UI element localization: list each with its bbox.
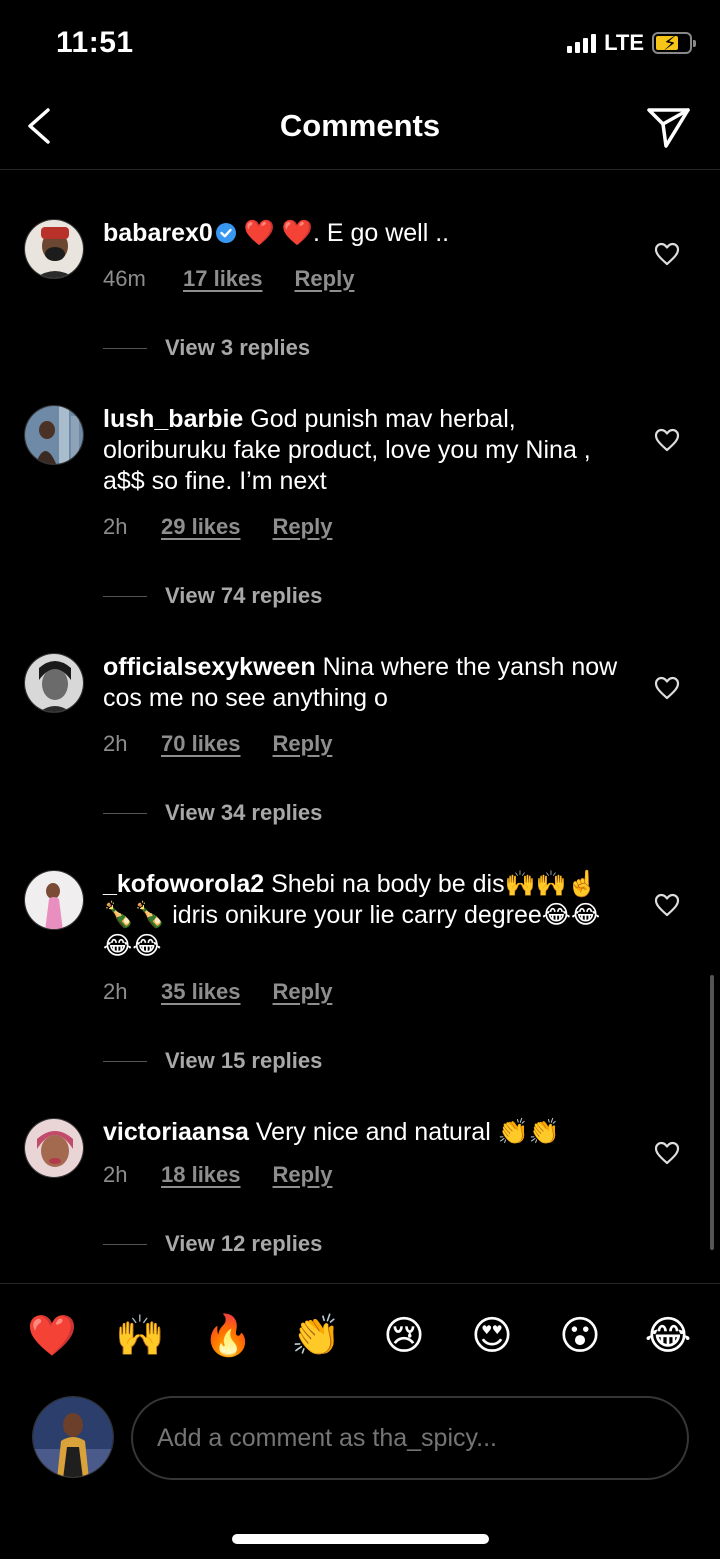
comment-time: 2h: [103, 979, 128, 1004]
view-replies-label: View 3 replies: [165, 335, 311, 360]
avatar[interactable]: [24, 1118, 84, 1178]
reply-button[interactable]: Reply: [273, 731, 333, 757]
avatar[interactable]: [24, 870, 84, 930]
comment-text: lush_barbie God punish mav herbal, olori…: [103, 404, 623, 497]
network-type: LTE: [604, 30, 644, 55]
comment-likes[interactable]: 29 likes: [161, 514, 241, 540]
view-replies-label: View 12 replies: [165, 1231, 323, 1256]
comment-content: Very nice and natural 👏👏: [248, 1118, 560, 1146]
comment-likes[interactable]: 70 likes: [161, 731, 241, 757]
comment-username[interactable]: victoriaansa: [103, 1118, 249, 1146]
status-indicators: LTE ⚡: [567, 30, 696, 56]
emoji-heart-button[interactable]: ❤️: [27, 1312, 77, 1360]
avatar[interactable]: [24, 219, 84, 279]
view-replies-label: View 15 replies: [165, 1048, 323, 1073]
comment-meta: 2h 35 likes Reply: [103, 979, 332, 1005]
view-replies-button[interactable]: View 3 replies: [103, 335, 310, 361]
view-replies-button[interactable]: View 15 replies: [103, 1048, 322, 1074]
comment-time: 2h: [103, 1162, 128, 1187]
scrollbar[interactable]: [710, 975, 714, 1250]
reply-button[interactable]: Reply: [273, 514, 333, 540]
comment-meta: 2h 29 likes Reply: [103, 514, 332, 540]
nav-bar: Comments: [0, 90, 720, 170]
send-icon[interactable]: [646, 104, 692, 150]
comment-text: victoriaansa Very nice and natural 👏👏: [103, 1117, 623, 1148]
comment-username[interactable]: babarex0: [103, 219, 213, 247]
emoji-surprised-button[interactable]: 😮: [556, 1312, 604, 1360]
divider-line: [103, 1060, 147, 1062]
comment-meta: 46m 17 likes Reply: [103, 266, 354, 292]
divider-line: [103, 812, 147, 814]
view-replies-button[interactable]: View 12 replies: [103, 1231, 322, 1257]
home-indicator[interactable]: [232, 1534, 489, 1544]
comment-meta: 2h 70 likes Reply: [103, 731, 332, 757]
view-replies-label: View 34 replies: [165, 800, 323, 825]
reply-button[interactable]: Reply: [273, 979, 333, 1005]
avatar[interactable]: [24, 405, 84, 465]
comment-input[interactable]: [131, 1396, 689, 1480]
signal-icon: [567, 33, 597, 53]
comment-likes[interactable]: 18 likes: [161, 1162, 241, 1188]
comment-username[interactable]: lush_barbie: [103, 405, 243, 433]
emoji-crying-button[interactable]: 😢: [380, 1312, 428, 1360]
emoji-fire-button[interactable]: 🔥: [203, 1312, 253, 1360]
divider-line: [103, 595, 147, 597]
comment-time: 46m: [103, 266, 146, 291]
emoji-clap-button[interactable]: 👏: [291, 1312, 341, 1360]
comment-meta: 2h 18 likes Reply: [103, 1162, 332, 1188]
comments-list[interactable]: babarex0 ❤️ ❤️. E go well .. 46m 17 like…: [0, 170, 720, 1282]
comment-likes[interactable]: 17 likes: [183, 266, 263, 292]
comment-text: babarex0 ❤️ ❤️. E go well ..: [103, 218, 623, 249]
comment-text: _kofoworola2 Shebi na body be dis🙌🙌☝️🍾🍾 …: [103, 869, 623, 962]
verified-badge-icon: [215, 223, 236, 243]
like-heart-icon[interactable]: [654, 893, 680, 917]
emoji-reaction-bar: ❤️ 🙌 🔥 👏 😢 😍 😮 😂: [0, 1283, 720, 1393]
avatar[interactable]: [24, 653, 84, 713]
emoji-laughing-button[interactable]: 😂: [644, 1312, 692, 1360]
status-time: 11:51: [56, 26, 134, 59]
comment-likes[interactable]: 35 likes: [161, 979, 241, 1005]
comment-content: ❤️ ❤️. E go well ..: [236, 219, 450, 247]
battery-icon: ⚡: [652, 32, 696, 55]
comment-username[interactable]: _kofoworola2: [103, 870, 264, 898]
page-title: Comments: [279, 108, 441, 143]
comment-time: 2h: [103, 514, 128, 539]
like-heart-icon[interactable]: [654, 1141, 680, 1165]
reply-button[interactable]: Reply: [273, 1162, 333, 1188]
comment-username[interactable]: officialsexykween: [103, 653, 316, 681]
reply-button[interactable]: Reply: [295, 266, 355, 292]
like-heart-icon[interactable]: [654, 428, 680, 452]
emoji-raised-hands-button[interactable]: 🙌: [115, 1312, 165, 1360]
view-replies-button[interactable]: View 34 replies: [103, 800, 322, 826]
comment-composer: [0, 1393, 720, 1493]
view-replies-label: View 74 replies: [165, 583, 323, 608]
like-heart-icon[interactable]: [654, 242, 680, 266]
comment-time: 2h: [103, 731, 128, 756]
status-bar: 11:51 LTE ⚡: [0, 0, 720, 90]
comment-text: officialsexykween Nina where the yansh n…: [103, 652, 623, 714]
divider-line: [103, 347, 147, 349]
emoji-heart-eyes-button[interactable]: 😍: [468, 1312, 516, 1360]
like-heart-icon[interactable]: [654, 676, 680, 700]
current-user-avatar: [32, 1396, 114, 1478]
divider-line: [103, 1243, 147, 1245]
view-replies-button[interactable]: View 74 replies: [103, 583, 322, 609]
